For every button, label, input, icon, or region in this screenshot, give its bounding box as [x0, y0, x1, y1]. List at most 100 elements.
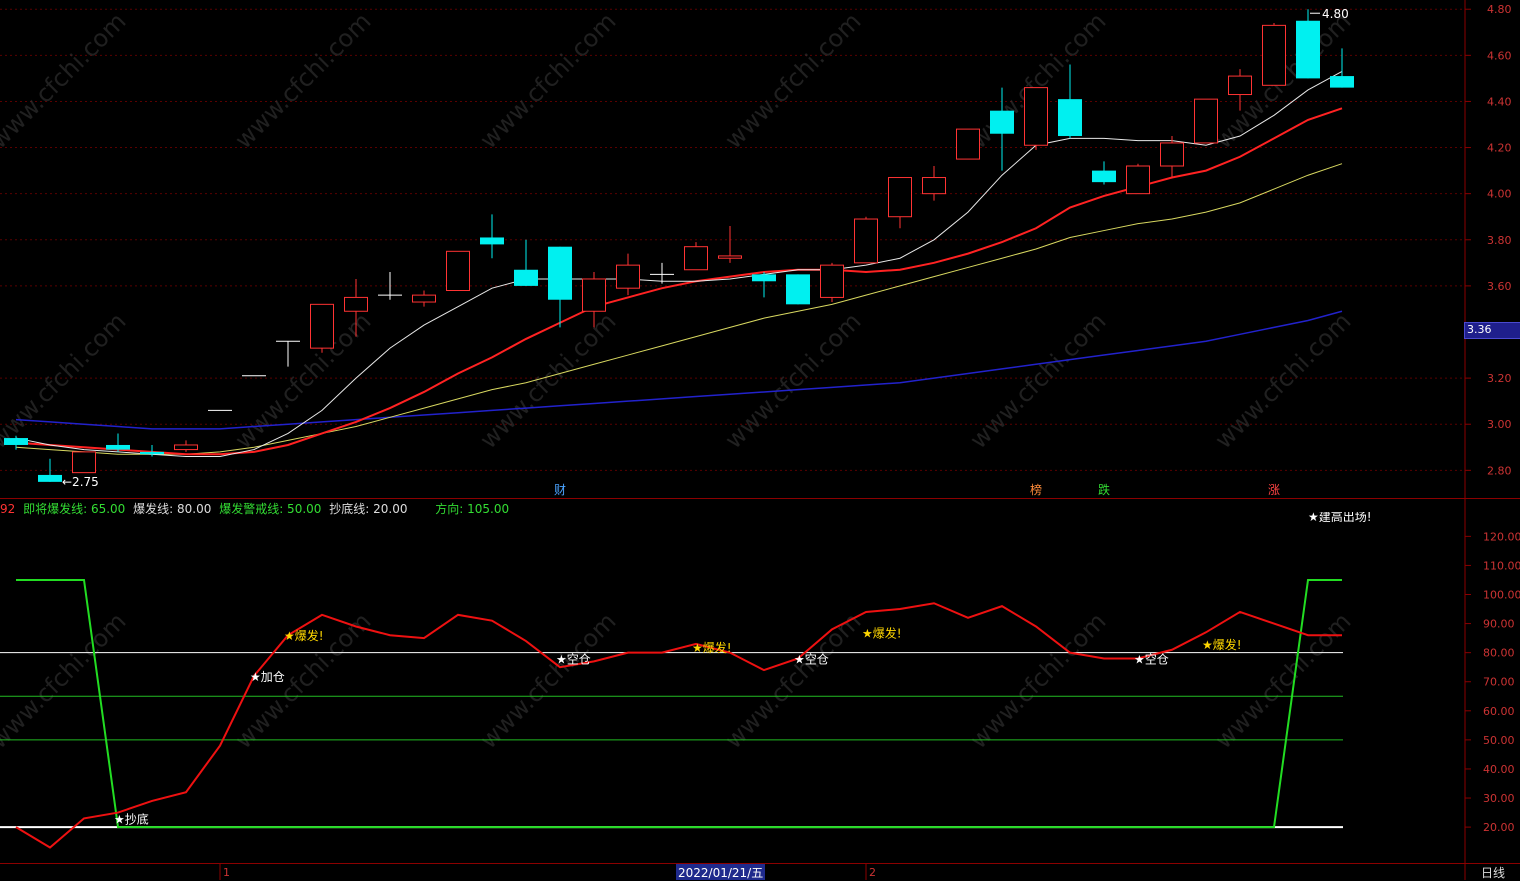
- watermark-text: www.cfchi.com: [719, 307, 866, 454]
- candle-body: [956, 128, 980, 160]
- indicator-line: [15, 602, 1342, 849]
- stock-chart[interactable]: 4.80 4.60 4.40 4.20 4.00 3.80 3.60 3.20 3.00 2.80…: [0, 0, 1520, 880]
- candle-body: [72, 451, 96, 474]
- watermark-text: www.cfchi.com: [1209, 607, 1356, 754]
- high-price-label: 4.80: [1322, 7, 1349, 21]
- candle-body: [446, 250, 470, 291]
- candle-body: [752, 274, 776, 282]
- price-marker: 财: [554, 483, 566, 497]
- price-tick-label: 4.60: [1487, 49, 1512, 62]
- indicator-tick-label: 110.00: [1483, 559, 1520, 572]
- candle-body: [1228, 75, 1252, 96]
- crosshair-date-label: 2022/01/21/五: [676, 864, 766, 880]
- watermark-text: www.cfchi.com: [719, 607, 866, 754]
- indicator-tick-label: 40.00: [1483, 763, 1515, 776]
- x-axis-mark: 1: [223, 866, 230, 879]
- signal-label: ★爆发!: [692, 640, 732, 655]
- pre-burst-line-label: 即将爆发线: 65.00: [23, 502, 126, 516]
- candle-body: [310, 303, 334, 349]
- current-price-label: 3.36: [1464, 322, 1520, 339]
- candle-body: [786, 274, 810, 305]
- direction-label: 方向: 105.00: [435, 502, 510, 516]
- timeframe-button[interactable]: 日线: [1466, 864, 1520, 880]
- ma60-line: [15, 310, 1343, 430]
- price-tick-label: 4.80: [1487, 3, 1512, 16]
- candle-body: [1126, 165, 1150, 195]
- candle-body: [1330, 76, 1354, 88]
- partial-signal-label: ★建高出场!: [1308, 512, 1372, 522]
- candle-body: [990, 110, 1014, 134]
- signal-label: ★爆发!: [862, 625, 902, 640]
- watermark-text: www.cfchi.com: [0, 607, 131, 754]
- signal-label: ★加仓: [250, 670, 285, 684]
- watermark-text: www.cfchi.com: [964, 307, 1111, 454]
- price-tick-label: 4.00: [1487, 188, 1512, 201]
- candle-body: [582, 278, 606, 312]
- candle-body: [4, 438, 28, 445]
- price-tick-label: 3.00: [1487, 418, 1512, 431]
- signal-label: ★爆发!: [284, 628, 324, 643]
- price-tick-label: 4.20: [1487, 142, 1512, 155]
- indicator-value: 92: [0, 502, 16, 516]
- price-marker: 榜: [1030, 482, 1042, 497]
- indicator-legend: 92 即将爆发线: 65.00 爆发线: 80.00 爆发警戒线: 50.00 …: [0, 500, 513, 516]
- indicator-tick-label: 80.00: [1483, 647, 1515, 660]
- candle-body: [38, 474, 62, 482]
- candle-body: [344, 296, 368, 312]
- indicator-tick-label: 30.00: [1483, 792, 1515, 805]
- price-marker: 跌: [1098, 482, 1110, 497]
- watermark-text: www.cfchi.com: [474, 607, 621, 754]
- candle-body: [1024, 87, 1048, 146]
- candle-body: [548, 246, 572, 300]
- candle-body: [888, 177, 912, 218]
- candle-body: [174, 444, 198, 451]
- x-axis-mark: 2: [869, 866, 876, 879]
- candle-body: [1160, 142, 1184, 167]
- signal-label: ★抄底: [114, 811, 149, 826]
- candle-body: [820, 264, 844, 298]
- watermark-text: www.cfchi.com: [1209, 307, 1356, 454]
- watermark-text: www.cfchi.com: [0, 7, 131, 154]
- price-tick-label: 4.40: [1487, 95, 1512, 108]
- price-tick-label: 3.80: [1487, 234, 1512, 247]
- direction-line: [16, 578, 1342, 829]
- candle-body: [514, 269, 538, 286]
- candle-body: [1194, 98, 1218, 144]
- watermark-text: www.cfchi.com: [964, 607, 1111, 754]
- watermark-text: www.cfchi.com: [229, 307, 376, 454]
- candle-body: [140, 451, 164, 455]
- indicator-tick-label: 120.00: [1483, 530, 1520, 543]
- candle-body: [1296, 20, 1320, 79]
- watermark-text: www.cfchi.com: [474, 7, 621, 154]
- candle-body: [718, 255, 742, 259]
- watermark-text: www.cfchi.com: [229, 7, 376, 154]
- signal-label: ★空仓: [794, 652, 829, 666]
- price-tick-label: 3.60: [1487, 280, 1512, 293]
- candle-body: [106, 444, 130, 450]
- indicator-tick-label: 90.00: [1483, 618, 1515, 631]
- candle-body: [1092, 170, 1116, 183]
- signal-label: ★爆发!: [1202, 637, 1242, 652]
- signal-label: ★空仓: [1134, 652, 1169, 666]
- watermark-text: www.cfchi.com: [719, 7, 866, 154]
- watermark-text: www.cfchi.com: [0, 307, 131, 454]
- bottom-line-label: 抄底线: 20.00: [329, 502, 408, 516]
- signal-label: ★空仓: [556, 652, 591, 666]
- candle-body: [480, 237, 504, 245]
- price-marker: 涨: [1268, 482, 1280, 497]
- low-price-label: ←2.75: [62, 475, 99, 489]
- candle-body: [854, 218, 878, 264]
- candle-body: [922, 177, 946, 195]
- indicator-tick-label: 70.00: [1483, 676, 1515, 689]
- burst-line-label: 爆发线: 80.00: [133, 502, 212, 516]
- indicator-tick-label: 60.00: [1483, 705, 1515, 718]
- candle-body: [616, 264, 640, 289]
- candle-body: [1262, 24, 1286, 86]
- price-tick-label: 2.80: [1487, 464, 1512, 477]
- indicator-tick-label: 50.00: [1483, 734, 1515, 747]
- alert-line-label: 爆发警戒线: 50.00: [219, 502, 322, 516]
- candle-body: [684, 246, 708, 271]
- candle-body: [1058, 99, 1082, 137]
- ma5-line: [15, 71, 1343, 457]
- price-tick-label: 3.20: [1487, 372, 1512, 385]
